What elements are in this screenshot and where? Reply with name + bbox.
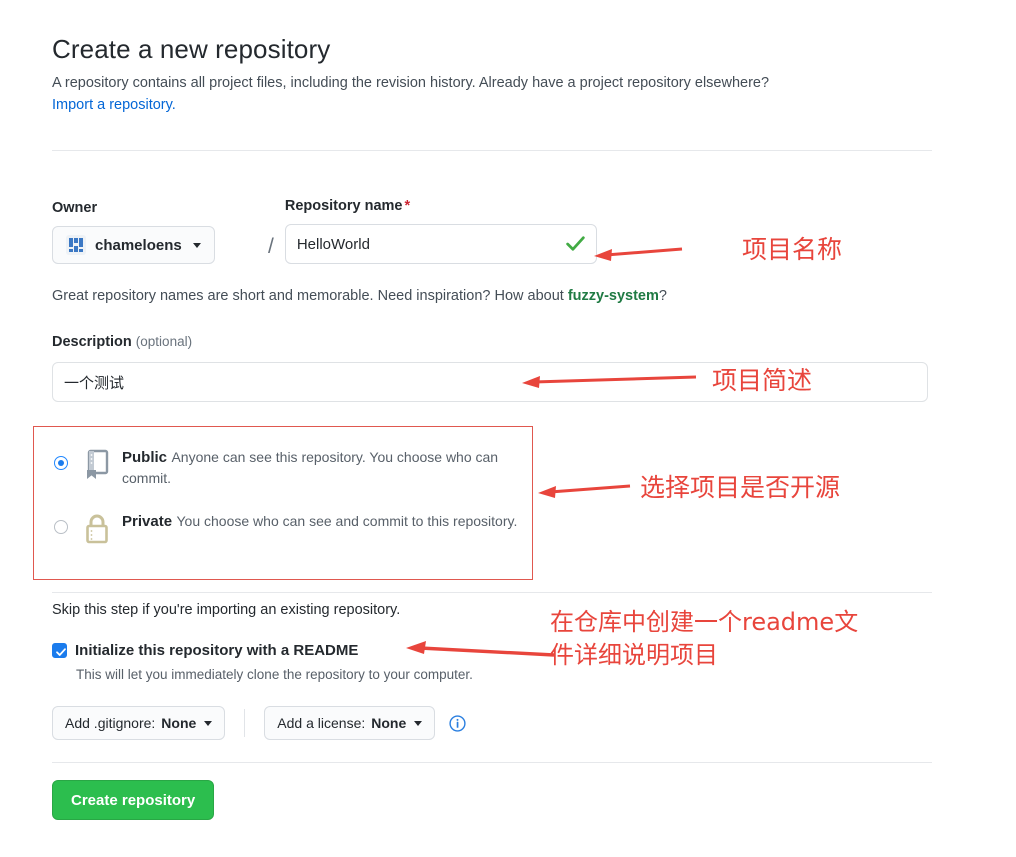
owner-name: chameloens <box>95 236 182 254</box>
owner-select-button[interactable]: chameloens <box>52 226 215 264</box>
create-repository-button[interactable]: Create repository <box>52 780 215 820</box>
required-asterisk: * <box>404 198 411 214</box>
gitignore-value: None <box>161 715 197 731</box>
license-value: None <box>371 715 407 731</box>
owner-label: Owner <box>52 200 98 216</box>
suggested-name: fuzzy-system <box>567 288 659 304</box>
readme-label[interactable]: Initialize this repository with a README <box>75 640 358 661</box>
page-header: Create a new repository A repository con… <box>52 32 932 116</box>
owner-field: Owner chameloens <box>52 198 258 264</box>
check-icon <box>566 236 585 251</box>
license-prefix: Add a license: <box>277 715 366 731</box>
annotation-arrow-1 <box>594 247 683 261</box>
page-subtitle-text: A repository contains all project files,… <box>52 75 770 91</box>
page-title: Create a new repository <box>52 34 331 64</box>
avatar <box>66 235 86 255</box>
repository-name-label: Repository name * <box>285 196 597 216</box>
annotation-visibility: 选择项目是否开源 <box>640 473 841 502</box>
hint-prefix: Great repository names are short and mem… <box>52 288 568 304</box>
owner-repo-row: Owner chameloens / Repository name * <box>52 196 597 264</box>
annotation-arrow-2 <box>522 375 697 388</box>
repository-name-hint: Great repository names are short and mem… <box>52 286 667 306</box>
visibility-box: Public Anyone can see this repository. Y… <box>33 426 533 580</box>
extras-row: Add .gitignore: None Add a license: None <box>52 706 466 740</box>
chevron-down-icon <box>204 720 213 726</box>
chevron-down-icon <box>414 720 423 726</box>
radio-public[interactable] <box>54 456 68 470</box>
readme-row[interactable]: Initialize this repository with a README <box>52 640 358 661</box>
divider-top <box>52 150 932 151</box>
repository-name-input[interactable] <box>284 224 597 264</box>
repository-name-field: Repository name * <box>284 196 597 264</box>
annotation-repository-name: 项目名称 <box>742 235 843 264</box>
chevron-down-icon <box>192 242 201 248</box>
description-optional-tag: (optional) <box>135 334 193 349</box>
annotation-description: 项目简述 <box>712 366 813 395</box>
visibility-public-name: Public <box>122 449 168 466</box>
repository-name-label-text: Repository name <box>284 198 403 214</box>
description-label-text: Description <box>52 334 132 350</box>
radio-private[interactable] <box>54 520 68 534</box>
annotation-arrow-3 <box>538 484 631 498</box>
visibility-option-public[interactable]: Public Anyone can see this repository. Y… <box>54 447 532 488</box>
visibility-public-description: Anyone can see this repository. You choo… <box>122 449 499 486</box>
description-label: Description (optional) <box>52 332 192 352</box>
hint-suffix: ? <box>658 288 667 304</box>
gitignore-dropdown[interactable]: Add .gitignore: None <box>52 706 226 740</box>
divider-bottom <box>52 762 932 763</box>
visibility-private-name: Private <box>122 513 173 530</box>
visibility-private-description: You choose who can see and commit to thi… <box>176 513 518 529</box>
readme-checkbox[interactable] <box>52 643 67 658</box>
repo-book-icon <box>82 447 116 488</box>
lock-icon <box>82 511 116 550</box>
create-repository-page: Create a new repository A repository con… <box>0 0 1016 857</box>
gitignore-prefix: Add .gitignore: <box>65 715 156 731</box>
skip-step-text: Skip this step if you're importing an ex… <box>52 602 401 618</box>
readme-sub-text: This will let you immediately clone the … <box>76 667 473 682</box>
annotation-arrow-4 <box>406 641 555 657</box>
license-dropdown[interactable]: Add a license: None <box>264 706 436 740</box>
page-subtitle: A repository contains all project files,… <box>52 72 932 116</box>
owner-repo-separator: / <box>268 235 274 258</box>
visibility-option-private[interactable]: Private You choose who can see and commi… <box>54 511 517 550</box>
import-repository-link[interactable]: Import a repository. <box>52 97 176 113</box>
annotation-readme: 在仓库中创建一个readme文 件详细说明项目 <box>550 608 859 669</box>
info-circle-icon[interactable] <box>449 714 466 732</box>
divider-middle <box>52 592 932 593</box>
vertical-divider <box>244 709 246 737</box>
